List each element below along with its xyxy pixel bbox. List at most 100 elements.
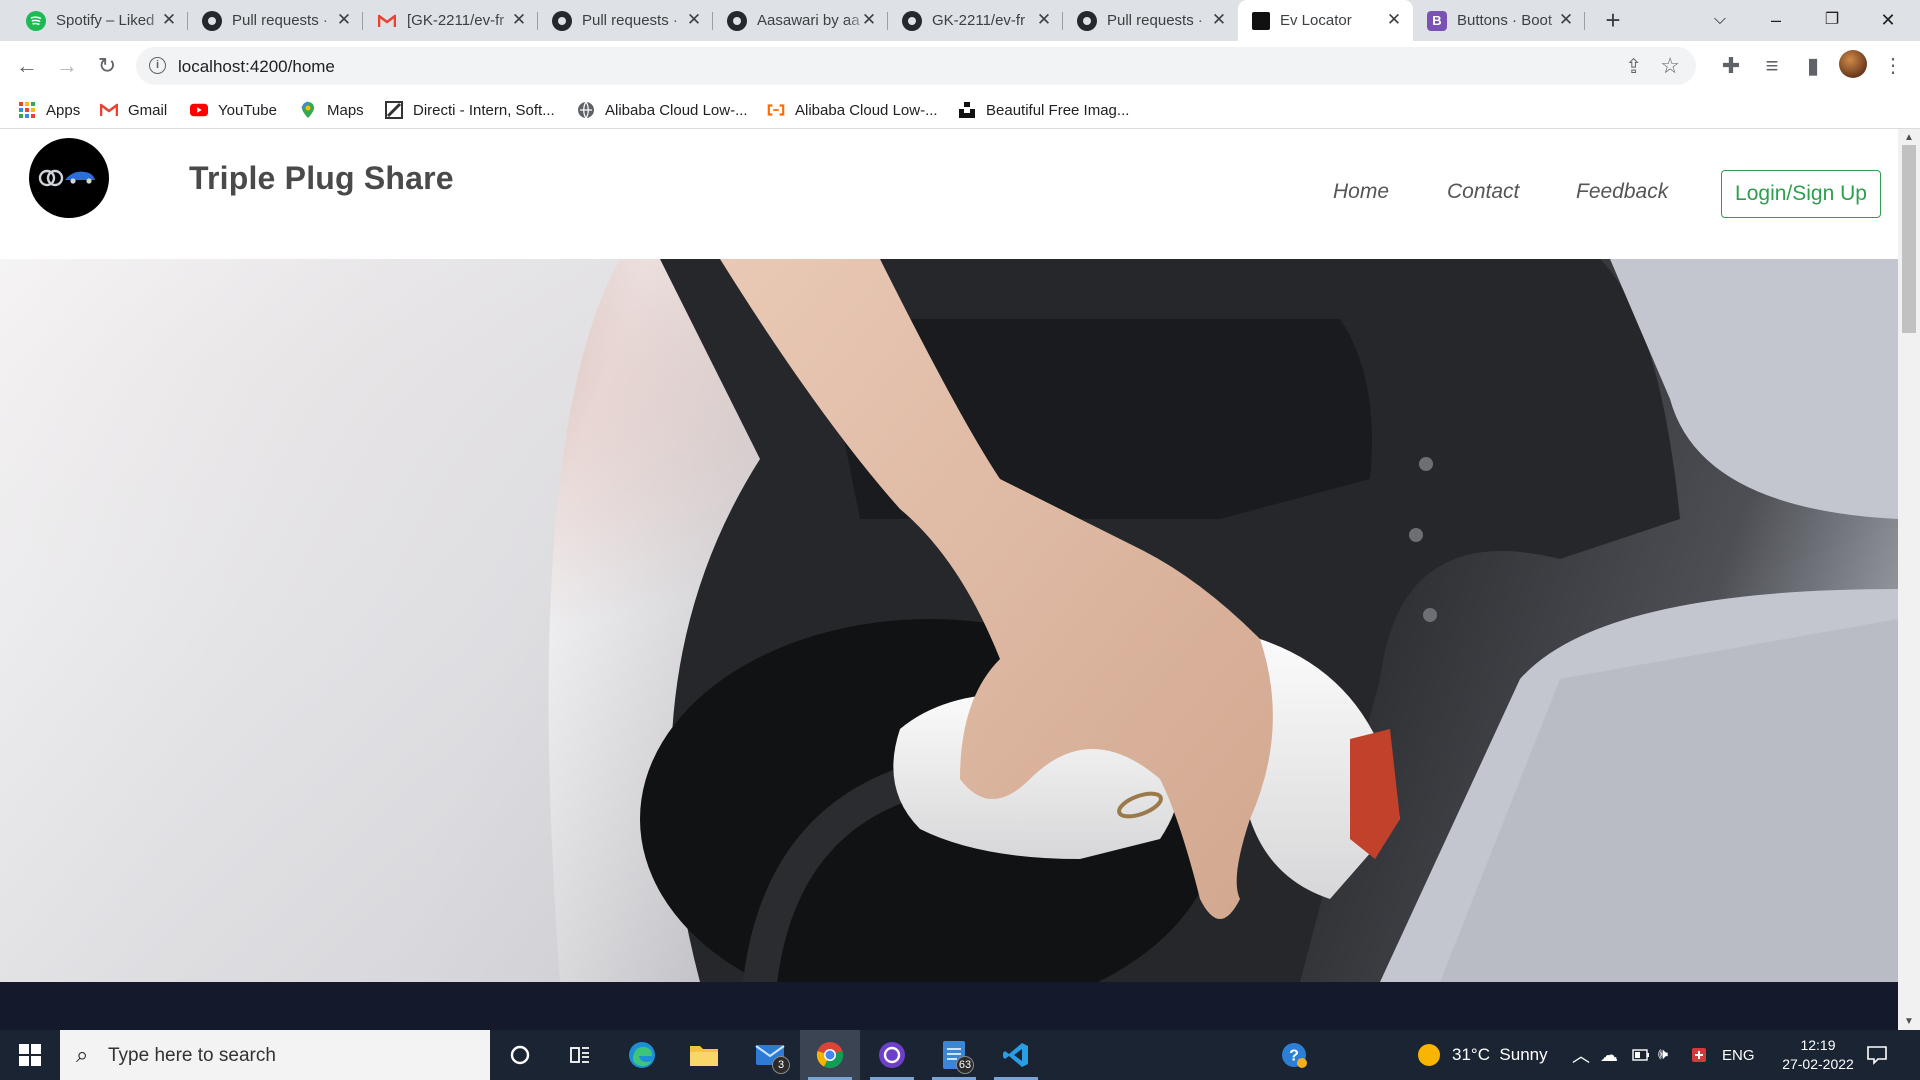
language-indicator[interactable]: ENG	[1722, 1030, 1755, 1080]
scroll-down-arrow-icon[interactable]: ▼	[1903, 1016, 1915, 1027]
close-icon[interactable]: ✕	[1385, 11, 1403, 29]
weather-widget[interactable]: 31°C Sunny	[1418, 1030, 1548, 1080]
back-button[interactable]: ←	[11, 50, 43, 82]
menu-kebab-icon[interactable]: ⋮	[1877, 50, 1909, 82]
tab-spotify[interactable]: Spotify – Liked ✕	[12, 0, 188, 41]
forward-button[interactable]: →	[51, 50, 83, 82]
reload-button[interactable]: ↻	[91, 50, 123, 82]
app-tray-icon[interactable]	[1690, 1030, 1708, 1080]
spotify-icon	[26, 10, 46, 31]
tab-bootstrap-buttons[interactable]: B Buttons · Boot ✕	[1413, 0, 1585, 41]
tab-title: Aasawari by aa	[757, 12, 860, 29]
sun-icon	[1418, 1044, 1440, 1066]
hero-illustration	[0, 259, 1898, 982]
mail-app[interactable]: 3	[740, 1030, 800, 1080]
close-icon[interactable]: ✕	[335, 11, 353, 29]
scroll-thumb[interactable]	[1902, 145, 1916, 333]
windows-logo-icon	[19, 1044, 41, 1066]
new-tab-button[interactable]: +	[1598, 6, 1628, 36]
bootstrap-icon: B	[1427, 10, 1447, 31]
bookmark-gmail[interactable]: Gmail	[100, 100, 167, 120]
bookmark-apps[interactable]: Apps	[18, 100, 80, 120]
tab-title: Ev Locator	[1280, 12, 1352, 29]
tab-pull-requests-3[interactable]: Pull requests · ✕	[1063, 0, 1238, 41]
extensions-icon[interactable]: ✚	[1715, 50, 1747, 82]
tab-title: [GK-2211/ev-fr	[407, 12, 505, 29]
close-icon[interactable]: ✕	[1210, 11, 1228, 29]
share-icon[interactable]: ⇪	[1625, 54, 1642, 79]
github-desktop-app[interactable]	[862, 1030, 922, 1080]
tab-aasawari[interactable]: Aasawari by aa ✕	[713, 0, 888, 41]
tab-ev-locator[interactable]: Ev Locator ✕	[1238, 0, 1413, 41]
gmail-icon	[377, 11, 397, 31]
close-icon[interactable]: ✕	[860, 11, 878, 29]
show-hidden-icons-chevron-icon[interactable]: ︿	[1572, 1030, 1590, 1080]
bookmark-alibaba-2[interactable]: Alibaba Cloud Low-...	[767, 100, 938, 120]
login-signup-button[interactable]: Login/Sign Up	[1721, 170, 1881, 218]
task-view-icon	[570, 1047, 589, 1063]
url-text[interactable]: localhost:4200/home	[178, 57, 335, 77]
file-explorer-app[interactable]	[674, 1030, 734, 1080]
vscode-icon	[1003, 1043, 1028, 1067]
onedrive-cloud-icon[interactable]: ☁	[1600, 1030, 1618, 1080]
tab-title: Pull requests ·	[1107, 12, 1203, 29]
bookmark-label: Beautiful Free Imag...	[986, 101, 1130, 119]
cortana-button[interactable]	[490, 1030, 550, 1080]
bookmark-maps[interactable]: Maps	[299, 100, 364, 120]
nav-feedback-link[interactable]: Feedback	[1576, 180, 1668, 204]
close-icon[interactable]: ✕	[160, 11, 178, 29]
bookmark-alibaba-1[interactable]: Alibaba Cloud Low-...	[577, 100, 748, 120]
tab-pull-requests[interactable]: Pull requests · ✕	[188, 0, 363, 41]
edge-icon	[629, 1042, 655, 1068]
battery-icon[interactable]	[1632, 1030, 1650, 1080]
help-tray-button[interactable]: ?	[1280, 1030, 1308, 1080]
chrome-icon	[816, 1042, 844, 1069]
hero-image-ev-charging	[0, 259, 1898, 982]
reading-list-icon[interactable]: ≡	[1756, 50, 1788, 82]
task-view-button[interactable]	[550, 1030, 610, 1080]
taskbar-search-box[interactable]: ⌕ Type here to search	[60, 1030, 490, 1080]
clock-date: 27-02-2022	[1782, 1056, 1854, 1072]
bookmark-star-icon[interactable]: ☆	[1660, 53, 1680, 79]
restore-button[interactable]: ❐	[1804, 0, 1860, 41]
profile-avatar[interactable]	[1839, 50, 1867, 78]
nav-contact-link[interactable]: Contact	[1447, 180, 1519, 204]
side-panel-icon[interactable]: ▮	[1797, 50, 1829, 82]
tab-ev-repo[interactable]: GK-2211/ev-fr ✕	[888, 0, 1063, 41]
close-icon[interactable]: ✕	[1035, 11, 1053, 29]
nav-home-link[interactable]: Home	[1333, 180, 1389, 204]
tab-gmail[interactable]: [GK-2211/ev-fr ✕	[363, 0, 538, 41]
chrome-app[interactable]	[800, 1030, 860, 1080]
cortana-circle-icon	[510, 1045, 530, 1065]
bookmark-unsplash[interactable]: Beautiful Free Imag...	[958, 100, 1129, 120]
page-scrollbar[interactable]: ▲ ▼	[1898, 129, 1920, 1030]
close-window-button[interactable]: ✕	[1860, 0, 1916, 41]
site-logo[interactable]	[29, 138, 109, 218]
volume-icon[interactable]: 🕪	[1658, 1030, 1668, 1080]
ev-locator-icon	[1252, 11, 1270, 30]
tab-pull-requests-2[interactable]: Pull requests · ✕	[538, 0, 713, 41]
clock[interactable]: 12:19 27-02-2022	[1769, 1030, 1867, 1080]
brand-title[interactable]: Triple Plug Share	[189, 160, 454, 197]
address-bar[interactable]: i localhost:4200/home ⇪ ☆	[136, 47, 1696, 85]
tab-title: Pull requests ·	[232, 12, 328, 29]
close-icon[interactable]: ✕	[510, 11, 528, 29]
scroll-up-arrow-icon[interactable]: ▲	[1903, 132, 1915, 143]
notes-app[interactable]: 63	[924, 1030, 984, 1080]
bookmark-youtube[interactable]: YouTube	[190, 100, 277, 120]
bookmark-label: Alibaba Cloud Low-...	[605, 101, 748, 119]
tab-search-chevron-icon[interactable]: ⌵	[1692, 0, 1748, 41]
bookmark-directi[interactable]: Directi - Intern, Soft...	[385, 100, 555, 120]
github-icon	[902, 10, 922, 31]
apps-grid-icon	[18, 101, 36, 119]
github-icon	[1077, 10, 1097, 31]
start-button[interactable]	[0, 1030, 60, 1080]
notifications-button[interactable]	[1866, 1030, 1888, 1080]
minimize-button[interactable]: –	[1748, 0, 1804, 41]
vscode-app[interactable]	[986, 1030, 1046, 1080]
weather-text: 31°C Sunny	[1452, 1045, 1548, 1064]
site-info-icon[interactable]: i	[149, 57, 166, 74]
close-icon[interactable]: ✕	[685, 11, 703, 29]
edge-app[interactable]	[612, 1030, 672, 1080]
close-icon[interactable]: ✕	[1557, 11, 1575, 29]
